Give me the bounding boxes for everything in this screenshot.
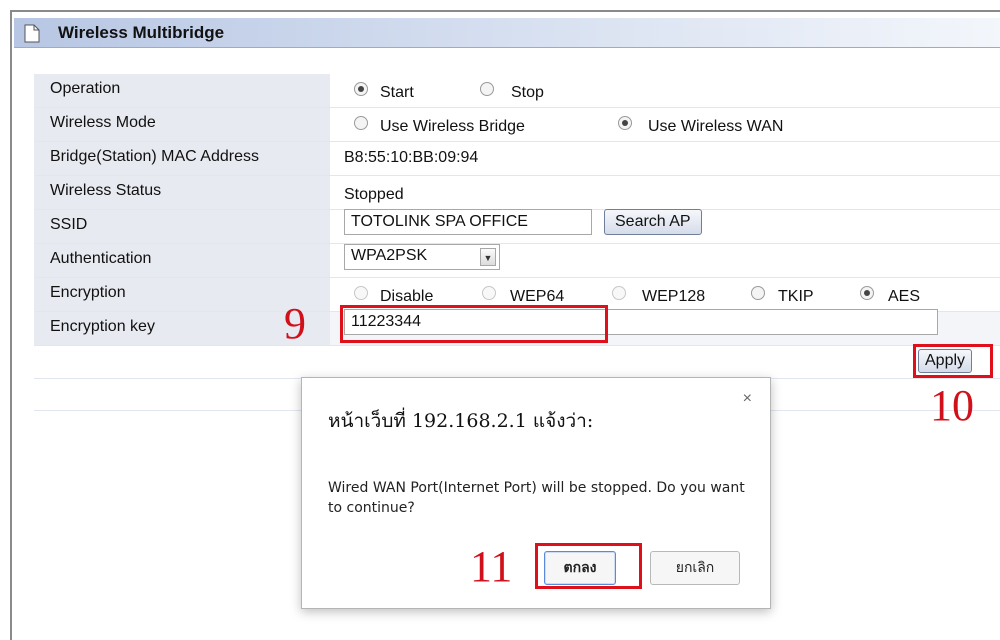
step-number-11: 11 <box>470 542 513 591</box>
authentication-label: Authentication <box>34 244 330 277</box>
status-value: Stopped <box>344 186 404 203</box>
section-header: Wireless Multibridge <box>14 18 1000 48</box>
wireless-wan-label: Use Wireless WAN <box>648 118 784 135</box>
encryption-tkip-radio[interactable] <box>751 286 765 300</box>
operation-start-radio[interactable] <box>354 82 368 96</box>
status-row: Wireless Status Stopped <box>34 176 1000 210</box>
highlight-apply <box>913 344 993 378</box>
page-title: Wireless Multibridge <box>58 23 225 42</box>
search-ap-button[interactable]: Search AP <box>604 209 702 235</box>
cancel-button[interactable]: ยกเลิก <box>650 551 740 585</box>
encryption-wep128-label: WEP128 <box>642 288 706 305</box>
encryption-aes-label: AES <box>888 288 921 305</box>
operation-stop-label: Stop <box>511 84 544 101</box>
ssid-label: SSID <box>34 210 330 243</box>
step-number-9: 9 <box>284 299 306 348</box>
wireless-wan-radio[interactable] <box>618 116 632 130</box>
dialog-title: หน้าเว็บที่ 192.168.2.1 แจ้งว่า: <box>328 410 594 432</box>
encryption-tkip-label: TKIP <box>778 288 814 305</box>
encryption-disable-radio[interactable] <box>354 286 368 300</box>
encryption-aes-radio[interactable] <box>860 286 874 300</box>
wireless-mode-label: Wireless Mode <box>34 108 330 141</box>
wireless-bridge-radio[interactable] <box>354 116 368 130</box>
encryption-wep64-radio[interactable] <box>482 286 496 300</box>
operation-row: Operation Start Stop <box>34 74 1000 108</box>
step-number-10: 10 <box>930 381 974 430</box>
wireless-bridge-label: Use Wireless Bridge <box>380 118 525 135</box>
mac-label: Bridge(Station) MAC Address <box>34 142 330 175</box>
highlight-encryption-key <box>340 305 608 343</box>
authentication-value: WPA2PSK <box>351 247 428 264</box>
operation-stop-radio[interactable] <box>480 82 494 96</box>
highlight-ok <box>535 543 642 589</box>
authentication-select[interactable]: WPA2PSK ▼ <box>344 244 500 270</box>
encryption-wep128-radio[interactable] <box>612 286 626 300</box>
wireless-mode-row: Wireless Mode Use Wireless Bridge Use Wi… <box>34 108 1000 142</box>
authentication-row: Authentication WPA2PSK ▼ <box>34 244 1000 278</box>
page-icon <box>24 24 40 43</box>
close-icon[interactable]: × <box>743 390 752 408</box>
encryption-disable-label: Disable <box>380 288 434 305</box>
operation-start-label: Start <box>380 84 414 101</box>
encryption-wep64-label: WEP64 <box>510 288 565 305</box>
dialog-message: Wired WAN Port(Internet Port) will be st… <box>328 480 745 516</box>
mac-row: Bridge(Station) MAC Address B8:55:10:BB:… <box>34 142 1000 176</box>
ssid-input[interactable] <box>344 209 592 235</box>
status-label: Wireless Status <box>34 176 330 209</box>
ssid-row: SSID Search AP <box>34 209 1000 244</box>
chevron-down-icon: ▼ <box>480 248 496 266</box>
mac-value: B8:55:10:BB:09:94 <box>344 149 479 166</box>
operation-label: Operation <box>34 74 330 107</box>
